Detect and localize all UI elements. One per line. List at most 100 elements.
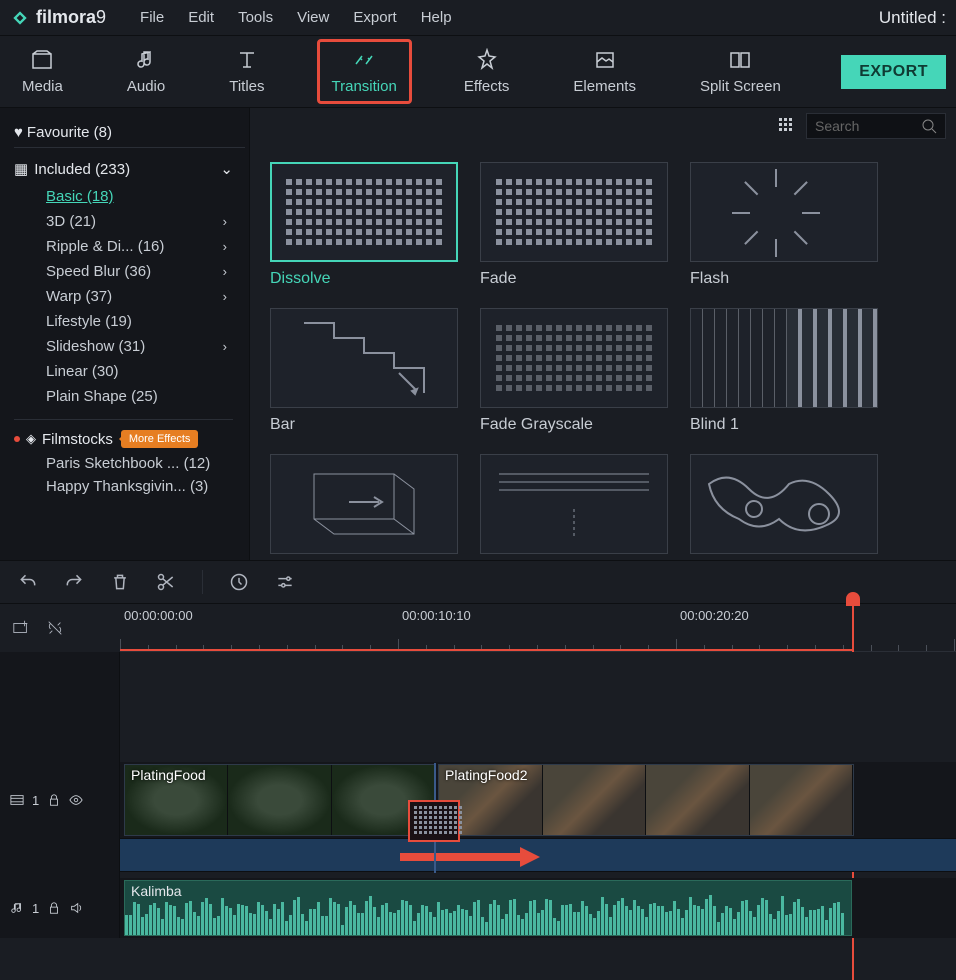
video-clip-2[interactable]: PlatingFood2 xyxy=(438,764,854,836)
subcat-lifestyle[interactable]: Lifestyle (19) xyxy=(46,309,245,334)
transition-grid[interactable]: DissolveFadeFlash Bar Fade Grayscale Blind … xyxy=(250,144,956,560)
mode-audio[interactable]: Audio xyxy=(115,42,177,101)
mode-label: Effects xyxy=(464,78,510,95)
transition-tile[interactable]: Bar xyxy=(270,308,458,434)
pack-list: Paris Sketchbook ... (12) Happy Thanksgi… xyxy=(46,452,245,498)
app-version: 9 xyxy=(96,7,106,27)
more-effects-badge[interactable]: More Effects xyxy=(121,430,199,448)
audio-track-header: 1 xyxy=(0,878,120,938)
search-input[interactable]: Search xyxy=(806,113,946,139)
redo-icon[interactable] xyxy=(64,572,84,592)
speaker-icon[interactable] xyxy=(69,901,83,915)
grid-view-icon[interactable] xyxy=(778,117,794,136)
transition-tile[interactable]: Dissolve xyxy=(270,162,458,288)
split-icon[interactable] xyxy=(156,572,176,592)
menu-help[interactable]: Help xyxy=(421,9,452,26)
video-icon xyxy=(10,793,24,807)
filmstocks-label: Filmstocks xyxy=(42,431,113,448)
transition-tile[interactable]: Blind 1 xyxy=(690,308,878,434)
mode-label: Titles xyxy=(229,78,264,95)
history-icon[interactable] xyxy=(229,572,249,592)
mode-bar: Media Audio Titles Transition Effects El… xyxy=(0,36,956,108)
track-number: 1 xyxy=(32,901,39,916)
menu-view[interactable]: View xyxy=(297,9,329,26)
tile-label: Fade Grayscale xyxy=(480,416,668,434)
audio-clip[interactable]: Kalimba xyxy=(124,880,852,936)
transition-tile[interactable] xyxy=(480,454,668,560)
subcat-speedblur[interactable]: Speed Blur (36)› xyxy=(46,259,245,284)
subcat-warp[interactable]: Warp (37)› xyxy=(46,284,245,309)
heart-icon: ♥ xyxy=(14,124,23,141)
mode-label: Audio xyxy=(127,78,165,95)
lock-icon[interactable] xyxy=(47,793,61,807)
video-clip-1[interactable]: PlatingFood xyxy=(124,764,436,836)
delete-icon[interactable] xyxy=(110,572,130,592)
transition-panel: Search DissolveFadeFlash Bar Fade Grayscal… xyxy=(250,108,956,560)
mode-elements[interactable]: Elements xyxy=(561,42,648,101)
tile-thumbnail xyxy=(690,308,878,408)
clip-label: PlatingFood2 xyxy=(445,767,528,783)
clip-label: PlatingFood xyxy=(131,767,206,783)
transition-tile[interactable] xyxy=(690,454,878,560)
transition-tile[interactable]: Fade Grayscale xyxy=(480,308,668,434)
subcat-basic[interactable]: Basic (18) xyxy=(46,184,245,209)
cube-icon: ◈ xyxy=(26,431,36,447)
subcat-3d[interactable]: 3D (21)› xyxy=(46,209,245,234)
tile-thumbnail xyxy=(480,308,668,408)
subcat-plainshape[interactable]: Plain Shape (25) xyxy=(46,384,245,409)
tile-label: Blind 1 xyxy=(690,416,878,434)
mode-splitscreen[interactable]: Split Screen xyxy=(688,42,793,101)
menu-file[interactable]: File xyxy=(140,9,164,26)
pack-item[interactable]: Happy Thanksgivin... (3) xyxy=(46,475,245,498)
mode-titles[interactable]: Titles xyxy=(217,42,276,101)
mode-label: Split Screen xyxy=(700,78,781,95)
time-ruler[interactable]: 00:00:00:00 00:00:10:10 00:00:20:20 xyxy=(120,604,956,652)
pack-item[interactable]: Paris Sketchbook ... (12) xyxy=(46,452,245,475)
subcat-ripple[interactable]: Ripple & Di... (16)› xyxy=(46,234,245,259)
eye-icon[interactable] xyxy=(69,793,83,807)
notification-dot-icon xyxy=(14,436,20,442)
audio-track-body[interactable]: Kalimba xyxy=(120,878,956,938)
menu-export[interactable]: Export xyxy=(353,9,396,26)
empty-track xyxy=(0,652,956,762)
video-track-body[interactable]: PlatingFood PlatingFood2 xyxy=(120,762,956,838)
menu-edit[interactable]: Edit xyxy=(188,9,214,26)
lock-icon[interactable] xyxy=(47,901,61,915)
filmstocks-header[interactable]: ◈ Filmstocks More Effects xyxy=(14,430,245,448)
mode-media[interactable]: Media xyxy=(10,42,75,101)
menu-items: File Edit Tools View Export Help xyxy=(140,9,452,26)
add-track-icon[interactable] xyxy=(12,619,30,637)
mode-label: Transition xyxy=(332,78,397,95)
chevron-right-icon: › xyxy=(223,239,227,254)
mode-transition[interactable]: Transition xyxy=(320,42,409,101)
menu-bar: filmora9 File Edit Tools View Export Hel… xyxy=(0,0,956,36)
unlink-icon[interactable] xyxy=(46,619,64,637)
subcat-slideshow[interactable]: Slideshow (31)› xyxy=(46,334,245,359)
timecode: 00:00:00:00 xyxy=(124,608,193,623)
chevron-down-icon: ⌄ xyxy=(220,160,233,178)
ruler-extent xyxy=(120,649,852,651)
grid-icon: ▦ xyxy=(14,160,28,178)
content-area: ♥ Favourite (8) ▦ Included (233) ⌄ Basic… xyxy=(0,108,956,560)
track-number: 1 xyxy=(32,793,39,808)
transition-tile[interactable]: Fade xyxy=(480,162,668,288)
transition-tile[interactable] xyxy=(270,454,458,560)
included-header[interactable]: ▦ Included (233) ⌄ xyxy=(14,156,245,182)
video-track-header: 1 xyxy=(0,762,120,838)
tile-label: Bar xyxy=(270,416,458,434)
adjust-icon[interactable] xyxy=(275,572,295,592)
transition-tile[interactable]: Flash xyxy=(690,162,878,288)
document-title: Untitled : xyxy=(879,8,946,28)
panel-header: Search xyxy=(250,108,956,144)
chevron-right-icon: › xyxy=(223,264,227,279)
subcat-linear[interactable]: Linear (30) xyxy=(46,359,245,384)
favourite-header[interactable]: ♥ Favourite (8) xyxy=(14,118,245,148)
undo-icon[interactable] xyxy=(18,572,38,592)
menu-tools[interactable]: Tools xyxy=(238,9,273,26)
tile-thumbnail xyxy=(690,454,878,554)
export-button[interactable]: EXPORT xyxy=(841,55,946,89)
chevron-right-icon: › xyxy=(223,214,227,229)
transition-drop-indicator[interactable] xyxy=(408,800,460,842)
mode-label: Elements xyxy=(573,78,636,95)
mode-effects[interactable]: Effects xyxy=(452,42,522,101)
